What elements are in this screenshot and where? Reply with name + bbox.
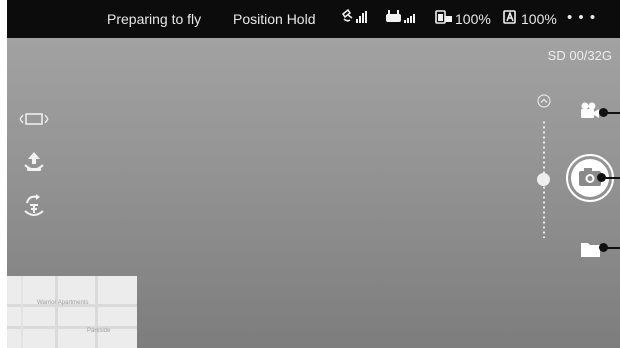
- video-indicator-dot: [599, 108, 608, 117]
- satellite-signal-icon[interactable]: [340, 8, 370, 32]
- sd-card-status: SD 00/32G: [547, 48, 612, 63]
- status-bar: Preparing to fly Position Hold 100% 100%…: [7, 0, 620, 38]
- video-mode-icon[interactable]: [579, 101, 601, 124]
- zoom-slider-knob[interactable]: [537, 172, 550, 186]
- minimap[interactable]: Warrior Apartments Parkside: [7, 276, 137, 348]
- folder-indicator-dot: [599, 243, 608, 252]
- camera-view: Preparing to fly Position Hold 100% 100%…: [7, 0, 620, 348]
- map-label-parkside: Parkside: [87, 328, 111, 334]
- flight-status-text[interactable]: Preparing to fly: [107, 11, 201, 27]
- shutter-indicator-dot: [597, 173, 606, 182]
- more-menu-button[interactable]: • • •: [567, 9, 596, 26]
- map-label-apartments: Warrior Apartments: [37, 300, 89, 306]
- zoom-up-icon[interactable]: [536, 93, 552, 114]
- remote-controller-signal-icon[interactable]: [385, 8, 417, 32]
- folder-icon[interactable]: [580, 240, 602, 263]
- remote-battery-icon: [434, 8, 454, 32]
- aircraft-battery-icon: [502, 8, 520, 32]
- flight-mode-text[interactable]: Position Hold: [233, 11, 316, 27]
- takeoff-icon[interactable]: [17, 150, 51, 179]
- aircraft-battery-text: 100%: [521, 11, 557, 27]
- rc-battery-text: 100%: [455, 11, 491, 27]
- aspect-ratio-icon[interactable]: [17, 112, 51, 131]
- return-home-icon[interactable]: [17, 193, 51, 224]
